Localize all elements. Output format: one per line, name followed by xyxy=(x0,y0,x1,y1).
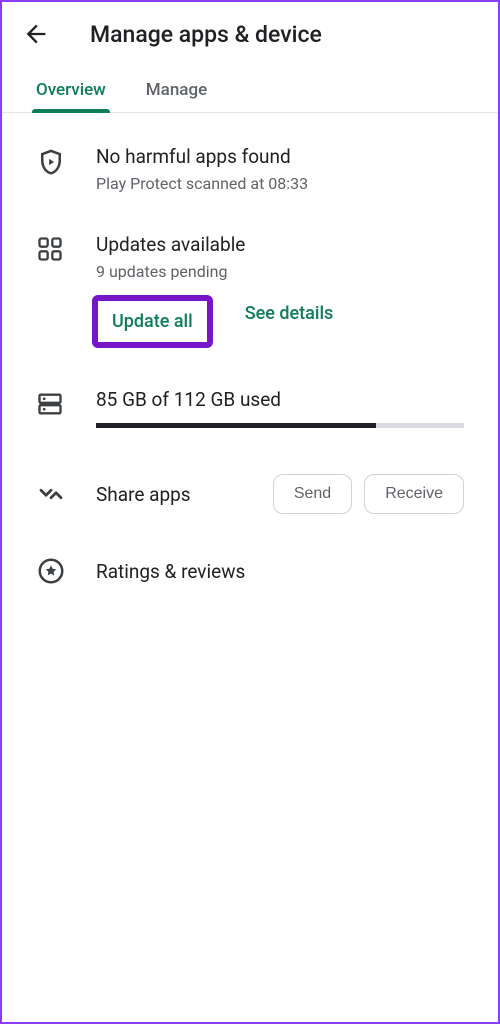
content: No harmful apps found Play Protect scann… xyxy=(2,113,498,586)
update-all-button[interactable]: Update all xyxy=(106,307,199,336)
back-button[interactable] xyxy=(22,20,50,48)
play-protect-body: No harmful apps found Play Protect scann… xyxy=(96,145,464,193)
storage-section[interactable]: 85 GB of 112 GB used xyxy=(2,358,498,428)
header: Manage apps & device xyxy=(2,2,498,66)
share-section: Share apps Send Receive xyxy=(2,428,498,514)
updates-subtitle: 9 updates pending xyxy=(96,262,464,281)
storage-icon xyxy=(36,390,66,420)
tabs: Overview Manage xyxy=(2,66,498,113)
tab-manage[interactable]: Manage xyxy=(146,66,207,112)
play-protect-subtitle: Play Protect scanned at 08:33 xyxy=(96,174,464,193)
see-details-button[interactable]: See details xyxy=(235,295,344,348)
ratings-title: Ratings & reviews xyxy=(96,560,245,583)
nearby-share-icon xyxy=(36,479,66,509)
update-all-highlight: Update all xyxy=(92,295,213,348)
updates-actions: Update all See details xyxy=(92,295,464,348)
star-circle-icon xyxy=(36,556,66,586)
storage-body: 85 GB of 112 GB used xyxy=(96,388,464,428)
page-title: Manage apps & device xyxy=(90,21,322,48)
updates-section: Updates available 9 updates pending Upda… xyxy=(2,203,498,358)
apps-grid-icon xyxy=(36,235,66,265)
share-title: Share apps xyxy=(96,485,261,504)
shield-play-icon xyxy=(36,147,66,177)
updates-body: Updates available 9 updates pending Upda… xyxy=(96,233,464,348)
storage-bar xyxy=(96,423,464,428)
storage-bar-fill xyxy=(96,423,376,428)
play-protect-section[interactable]: No harmful apps found Play Protect scann… xyxy=(2,119,498,203)
tab-overview[interactable]: Overview xyxy=(36,66,106,112)
receive-button[interactable]: Receive xyxy=(364,474,464,514)
updates-title: Updates available xyxy=(96,233,464,256)
arrow-left-icon xyxy=(22,20,50,48)
ratings-section[interactable]: Ratings & reviews xyxy=(2,514,498,586)
send-button[interactable]: Send xyxy=(273,474,352,514)
storage-label: 85 GB of 112 GB used xyxy=(96,388,464,411)
play-protect-title: No harmful apps found xyxy=(96,145,464,168)
